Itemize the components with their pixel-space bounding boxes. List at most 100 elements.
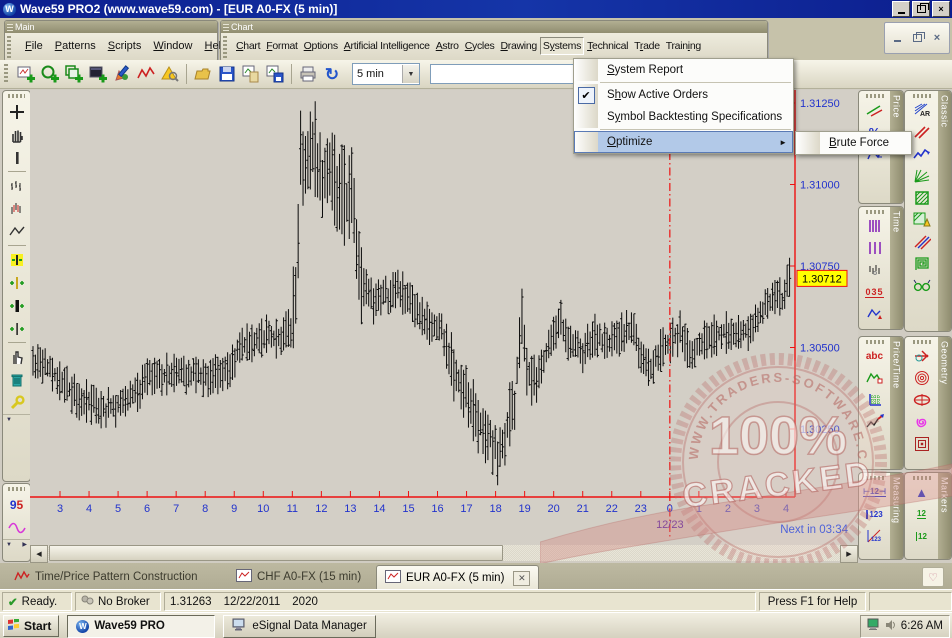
time-lines-1-icon[interactable]: [865, 215, 885, 237]
mdi-minimize-button[interactable]: [890, 32, 904, 44]
peak-marker-icon[interactable]: [865, 367, 885, 389]
delete-bar-tool-icon[interactable]: [6, 318, 27, 339]
scrollbar-track[interactable]: [48, 545, 840, 561]
open-folder-icon[interactable]: [191, 62, 215, 86]
export-chart-icon[interactable]: [263, 62, 287, 86]
expand-icon[interactable]: ▶: [22, 541, 27, 548]
menu-item-symbol-backtesting-specifications[interactable]: Symbol Backtesting Specifications: [574, 106, 793, 128]
menu-item-technical[interactable]: Technical: [584, 37, 631, 55]
mdi-restore-button[interactable]: [910, 32, 924, 44]
minimize-button[interactable]: [892, 1, 910, 17]
menu-item-options[interactable]: Options: [301, 37, 341, 55]
taskbar-button-wave59-pro[interactable]: WWave59 PRO: [67, 615, 215, 638]
measure-height-icon[interactable]: 123: [865, 503, 885, 525]
chart-area[interactable]: 3456789101112131415161718192021222301234…: [30, 90, 858, 548]
edit-bar-tool-icon[interactable]: [6, 295, 27, 316]
tab-close-icon[interactable]: ✕: [513, 571, 530, 586]
time-lines-2-icon[interactable]: [865, 237, 885, 259]
ellipse-cross-icon[interactable]: [912, 389, 932, 411]
measure-width-icon[interactable]: ⊢12⊣: [865, 481, 885, 503]
volume-icon[interactable]: [885, 619, 897, 634]
new-console-icon[interactable]: [86, 62, 110, 86]
menu-item-training[interactable]: Training: [663, 37, 704, 55]
toolbar-grip[interactable]: [4, 64, 8, 84]
insert-bar-tool-icon[interactable]: [6, 272, 27, 293]
time-bars-icon[interactable]: [865, 259, 885, 281]
chart-horizontal-scrollbar[interactable]: ◀ ▶: [30, 545, 858, 561]
menu-item-window[interactable]: Window: [147, 37, 198, 55]
menu-item-chart[interactable]: Chart: [233, 37, 263, 55]
edit-colors-icon[interactable]: [110, 62, 134, 86]
time-swing-icon[interactable]: [865, 303, 885, 325]
parallel-red-icon[interactable]: [912, 121, 932, 143]
menu-item-patterns[interactable]: Patterns: [49, 37, 102, 55]
wrench-tool-icon[interactable]: [6, 392, 27, 413]
scroll-right-icon[interactable]: ▶: [840, 545, 858, 563]
symbol-input[interactable]: [430, 64, 586, 84]
menu-item-brute-force[interactable]: Brute Force: [796, 132, 911, 154]
mdi-close-button[interactable]: ×: [930, 32, 944, 44]
measure-angle-icon[interactable]: 123: [865, 525, 885, 547]
scroll-down-icon[interactable]: ▼: [6, 417, 12, 423]
menu-item-drawing[interactable]: Drawing: [497, 37, 539, 55]
cycle-tool-icon[interactable]: [6, 517, 27, 538]
hatch-box-icon[interactable]: [912, 187, 932, 209]
arrow-marker-icon[interactable]: ▲: [912, 481, 932, 503]
panel-grip[interactable]: [8, 487, 25, 491]
text-label-icon[interactable]: abc: [865, 345, 885, 367]
chevron-down-icon[interactable]: ▼: [402, 65, 419, 83]
heart-icon[interactable]: ♡: [922, 567, 944, 587]
menu-item-show-active-orders[interactable]: ✔Show Active Orders: [574, 84, 793, 106]
spiral-icon[interactable]: [912, 411, 932, 433]
copy-chart-icon[interactable]: [239, 62, 263, 86]
alert-box-icon[interactable]: [912, 209, 932, 231]
pan-hand-tool-icon[interactable]: [6, 124, 27, 145]
menu-item-file[interactable]: File: [19, 37, 49, 55]
restore-button[interactable]: [912, 1, 930, 17]
expand-bar-tool-icon[interactable]: [6, 249, 27, 270]
save-icon[interactable]: [215, 62, 239, 86]
network-icon[interactable]: [867, 618, 881, 634]
bar-cursor-tool-icon[interactable]: [6, 147, 27, 168]
arrow-circle-icon[interactable]: [912, 345, 932, 367]
scrollbar-thumb[interactable]: [49, 545, 503, 561]
scroll-left-icon[interactable]: ◀: [30, 545, 48, 563]
scroll-down-icon[interactable]: ▼: [6, 542, 12, 548]
concentric-circles-icon[interactable]: [912, 367, 932, 389]
crosshair-tool-icon[interactable]: [6, 101, 27, 122]
tab-eur-a0-fx-5-min-[interactable]: EUR A0-FX (5 min)✕: [376, 565, 539, 590]
menu-item-optimize[interactable]: Optimize►: [574, 131, 793, 153]
tab-chf-a0-fx-15-min-[interactable]: CHF A0-FX (15 min): [228, 566, 369, 588]
bar-number-marker-icon[interactable]: 12: [912, 525, 932, 547]
count-95-tool-icon[interactable]: 95: [6, 494, 27, 515]
panel-grip[interactable]: [8, 94, 25, 98]
menu-item-trade[interactable]: Trade: [631, 37, 663, 55]
interval-combobox[interactable]: 5 min ▼: [352, 63, 420, 85]
menu-item-systems[interactable]: Systems: [540, 37, 584, 55]
pattern-tool-icon[interactable]: [134, 62, 158, 86]
zigzag-tool-icon[interactable]: [6, 221, 27, 242]
select-hand-tool-icon[interactable]: [6, 346, 27, 367]
time-counts-icon[interactable]: 035: [865, 281, 885, 303]
trend-arrow-icon[interactable]: [865, 411, 885, 433]
refresh-icon[interactable]: ↻: [320, 62, 344, 86]
menu-item-scripts[interactable]: Scripts: [102, 37, 148, 55]
taskbar-button-esignal-data-manager[interactable]: eSignal Data Manager: [223, 615, 375, 638]
grid-tool-icon[interactable]: [865, 389, 885, 411]
multi-slash-icon[interactable]: [912, 231, 932, 253]
wave-arrows-icon[interactable]: [912, 143, 932, 165]
compress-bars-tool-icon[interactable]: [6, 175, 27, 196]
new-chart-icon[interactable]: [14, 62, 38, 86]
trend-channel-icon[interactable]: [865, 99, 885, 121]
pattern-bars-tool-icon[interactable]: [6, 198, 27, 219]
new-layout-icon[interactable]: [62, 62, 86, 86]
alert-wizard-icon[interactable]: [158, 62, 182, 86]
menu-item-cycles[interactable]: Cycles: [462, 37, 498, 55]
new-shape-icon[interactable]: [38, 62, 62, 86]
menu-item-format[interactable]: Format: [263, 37, 300, 55]
number-marker-icon[interactable]: 12: [912, 503, 932, 525]
scan-glasses-icon[interactable]: [912, 275, 932, 297]
gann-fan-icon[interactable]: [912, 165, 932, 187]
start-button[interactable]: Start: [3, 615, 59, 637]
angles-ar-icon[interactable]: AR: [912, 99, 932, 121]
